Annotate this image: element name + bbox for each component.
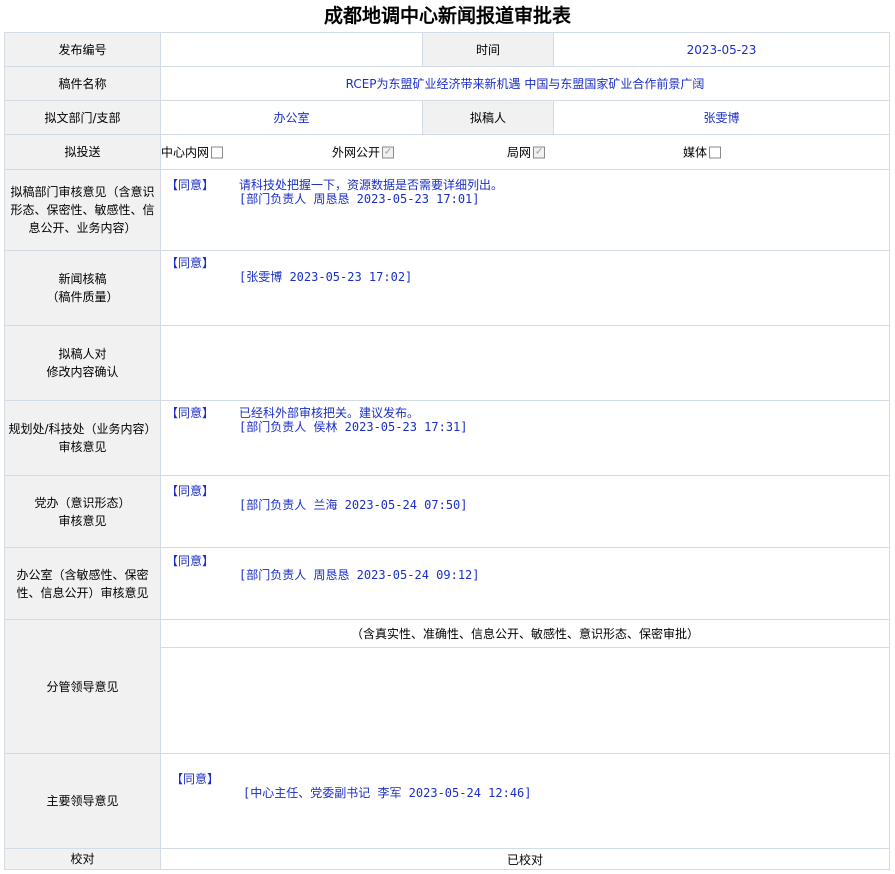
office-review-label: 办公室（含敏感性、保密性、信息公开）审核意见 <box>4 547 161 620</box>
office-review-sign: [部门负责人 周恳恳 2023-05-24 09:12] <box>239 568 480 582</box>
office-review-tag: 【同意】 <box>166 554 215 568</box>
dept-review-sign: [部门负责人 周恳恳 2023-05-23 17:01] <box>239 192 480 206</box>
send-option-intranet[interactable]: 中心内网 <box>161 144 224 161</box>
news-check-label: 新闻核稿 （稿件质量） <box>4 250 161 326</box>
planning-review-tag: 【同意】 <box>166 406 215 420</box>
planning-review-sign: [部门负责人 侯林 2023-05-23 17:31] <box>239 420 468 434</box>
proofread-value: 已校对 <box>160 848 890 870</box>
public-checkbox[interactable]: ✓ <box>382 146 395 158</box>
proofread-label: 校对 <box>4 848 161 870</box>
party-review-tag: 【同意】 <box>166 484 215 498</box>
send-label: 拟投送 <box>4 134 161 170</box>
news-check-tag: 【同意】 <box>166 256 215 270</box>
intranet-checkbox[interactable] <box>211 146 224 158</box>
dept-label: 拟文部门/支部 <box>4 100 161 135</box>
main-leader-sign: [中心主任、党委副书记 李军 2023-05-24 12:46] <box>243 786 532 800</box>
office-review-opinion: 【同意】 [部门负责人 周恳恳 2023-05-24 09:12] <box>160 547 890 620</box>
dept-review-label: 拟稿部门审核意见（含意识形态、保密性、敏感性、信息公开、业务内容） <box>4 169 161 251</box>
dept-value: 办公室 <box>160 100 423 135</box>
manuscript-label: 稿件名称 <box>4 66 161 101</box>
approval-form: 发布编号 时间 2023-05-23 稿件名称 RCEP为东盟矿业经济带来新机遇… <box>4 32 890 870</box>
news-check-opinion: 【同意】 [张雯博 2023-05-23 17:02] <box>160 250 890 326</box>
news-check-sign: [张雯博 2023-05-23 17:02] <box>239 270 413 284</box>
main-leader-opinion: 【同意】 [中心主任、党委副书记 李军 2023-05-24 12:46] <box>160 753 890 849</box>
party-review-opinion: 【同意】 [部门负责人 兰海 2023-05-24 07:50] <box>160 475 890 548</box>
drafter-value: 张雯博 <box>553 100 890 135</box>
page-title: 成都地调中心新闻报道审批表 <box>323 5 571 27</box>
dept-review-tag: 【同意】 <box>166 178 215 192</box>
party-review-sign: [部门负责人 兰海 2023-05-24 07:50] <box>239 498 468 512</box>
leader-review-label: 分管领导意见 <box>4 619 161 754</box>
send-option-bureau[interactable]: 局网 ✓ <box>507 144 546 161</box>
leader-review-opinion[interactable] <box>160 647 890 754</box>
manuscript-value: RCEP为东盟矿业经济带来新机遇 中国与东盟国家矿业合作前景广阔 <box>160 66 890 101</box>
dept-review-opinion: 【同意】 请科技处把握一下，资源数据是否需要详细列出。 [部门负责人 周恳恳 2… <box>160 169 890 251</box>
planning-review-opinion: 【同意】 已经科外部审核把关。建议发布。 [部门负责人 侯林 2023-05-2… <box>160 400 890 476</box>
main-leader-tag: 【同意】 <box>171 772 220 786</box>
time-value: 2023-05-23 <box>553 32 890 67</box>
number-label: 发布编号 <box>4 32 161 67</box>
drafter-confirm-label: 拟稿人对 修改内容确认 <box>4 325 161 401</box>
send-option-media[interactable]: 媒体 <box>683 144 722 161</box>
main-leader-label: 主要领导意见 <box>4 753 161 849</box>
drafter-label: 拟稿人 <box>422 100 554 135</box>
number-value[interactable] <box>160 32 423 67</box>
time-label: 时间 <box>422 32 554 67</box>
send-options: 中心内网 外网公开 ✓ 局网 ✓ 媒体 <box>160 134 890 170</box>
bureau-checkbox[interactable]: ✓ <box>533 146 546 158</box>
send-option-public[interactable]: 外网公开 ✓ <box>332 144 395 161</box>
planning-review-label: 规划处/科技处（业务内容） 审核意见 <box>4 400 161 476</box>
drafter-confirm-opinion[interactable] <box>160 325 890 401</box>
party-review-label: 党办（意识形态） 审核意见 <box>4 475 161 548</box>
media-checkbox[interactable] <box>709 146 722 158</box>
leader-review-note: （含真实性、准确性、信息公开、敏感性、意识形态、保密审批） <box>160 619 890 648</box>
